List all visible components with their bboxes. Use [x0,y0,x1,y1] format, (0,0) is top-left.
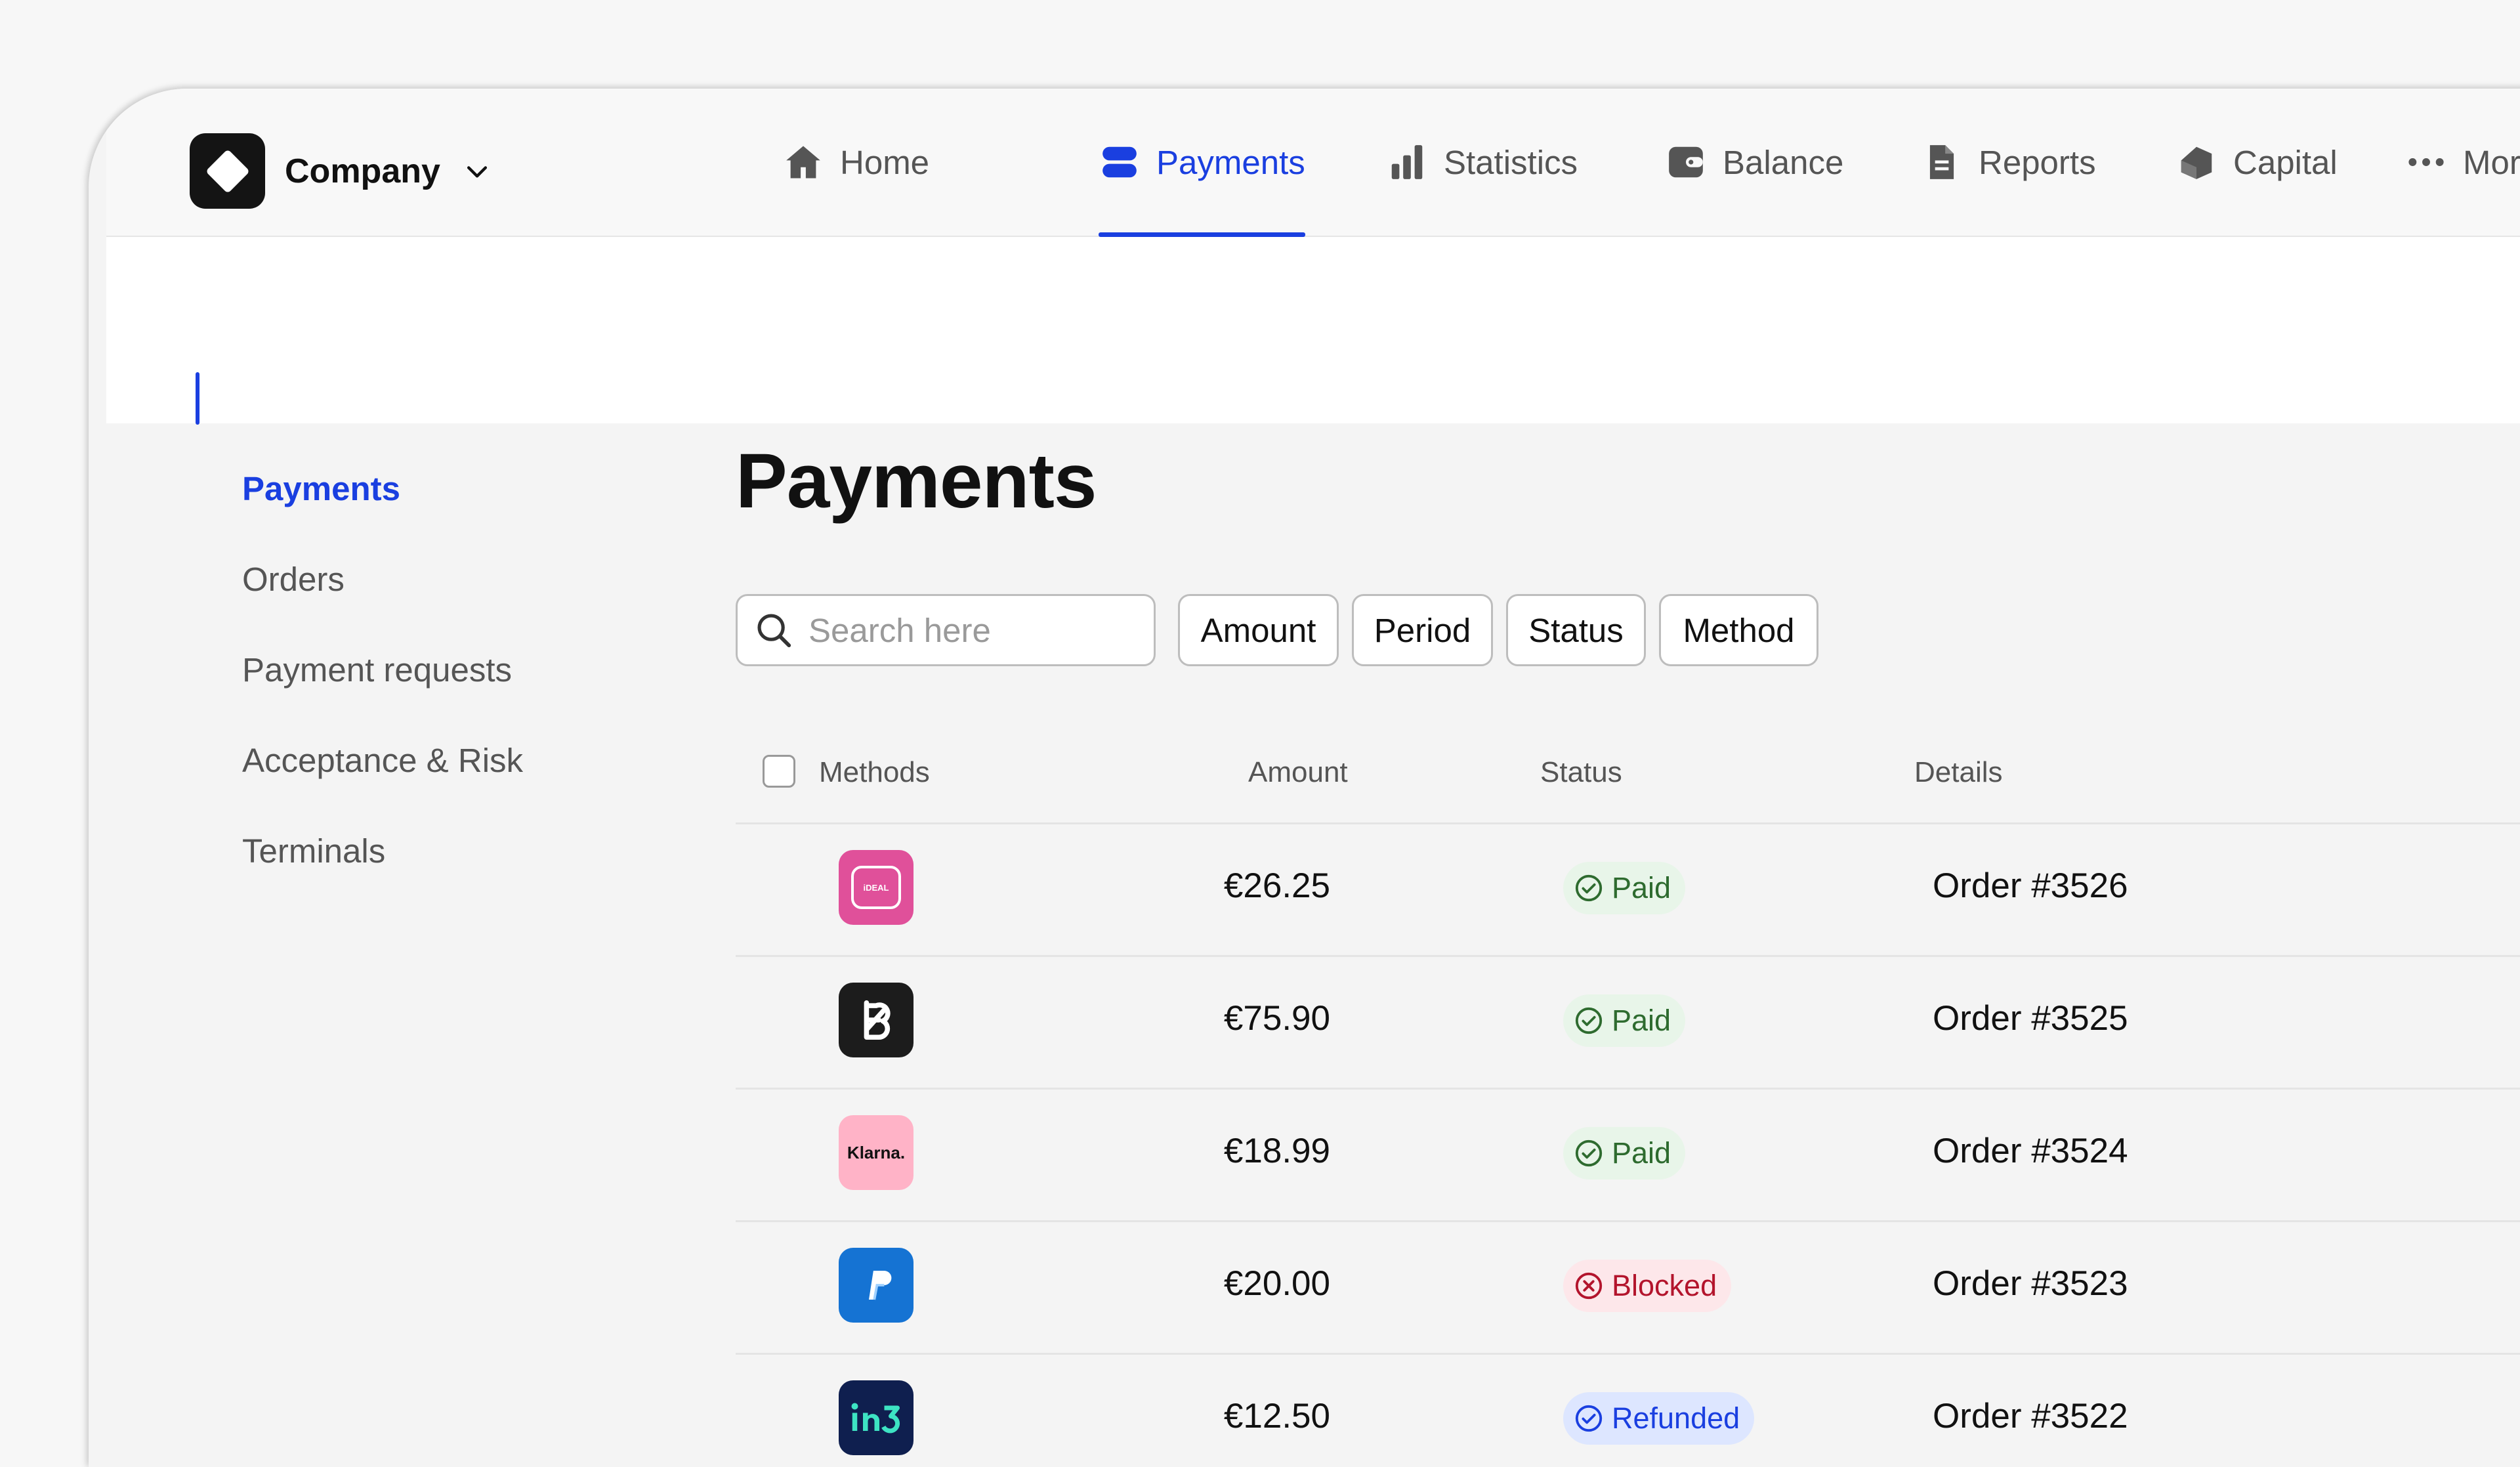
nav-payments[interactable]: Payments [1099,89,1305,237]
search-input[interactable] [807,610,1138,650]
app-window: Company Home Payments Statistics Balance… [89,89,2520,1467]
amount-cell: €75.90 [1223,999,1330,1038]
sidebar-item-payments[interactable]: Payments [242,469,400,508]
filter-method[interactable]: Method [1659,594,1818,666]
sidebar-active-marker [196,372,200,425]
details-link[interactable]: Order #3526 [1933,866,2128,906]
nav-balance-label: Balance [1723,143,1844,181]
details-link[interactable]: Order #3522 [1933,1396,2128,1436]
amount-cell: €26.25 [1223,866,1330,905]
ideal-logo: iDEAL [839,850,914,925]
search-box[interactable] [736,594,1156,666]
nav-capital[interactable]: Capital [2175,89,2338,236]
details-link[interactable]: Order #3523 [1933,1264,2128,1304]
klarna-logo-text: Klarna. [847,1142,906,1162]
status-badge: Refunded [1563,1392,1755,1445]
select-all-checkbox[interactable] [763,755,795,788]
filter-period[interactable]: Period [1352,594,1493,666]
home-icon [782,141,824,183]
column-header-details[interactable]: Details [1914,756,2003,789]
amount-cell: €20.00 [1223,1264,1330,1303]
status-badge: Blocked [1563,1260,1732,1312]
column-header-methods[interactable]: Methods [819,756,930,789]
nav-home-label: Home [840,143,930,181]
chevron-down-icon [467,165,487,178]
nav-home[interactable]: Home [782,89,929,236]
column-header-status[interactable]: Status [1540,756,1622,789]
check-circle-icon [1575,1405,1603,1432]
sidebar-item-payment-requests[interactable]: Payment requests [242,650,512,689]
details-link[interactable]: Order #3525 [1933,998,2128,1038]
company-logo [190,133,265,209]
check-circle-icon [1575,1007,1603,1034]
column-header-amount[interactable]: Amount [1248,756,1348,789]
statistics-icon [1386,141,1428,183]
company-name: Company [285,152,440,190]
nav-payments-label: Payments [1156,143,1305,181]
billie-logo [839,983,914,1057]
capital-icon [2175,141,2217,183]
nav-reports-label: Reports [1979,143,2096,181]
nav-reports[interactable]: Reports [1921,89,2096,236]
sidebar-item-acceptance-risk[interactable]: Acceptance & Risk [242,741,523,780]
top-navigation: Company Home Payments Statistics Balance… [106,89,2520,237]
ideal-logo-text: iDEAL [863,882,889,893]
sidebar-item-terminals[interactable]: Terminals [242,832,385,870]
status-badge: Paid [1563,862,1686,914]
nav-capital-label: Capital [2233,143,2338,181]
details-link[interactable]: Order #3524 [1933,1131,2128,1171]
filter-amount[interactable]: Amount [1178,594,1339,666]
x-circle-icon [1575,1272,1603,1300]
nav-statistics-label: Statistics [1444,143,1578,181]
active-tab-indicator [1099,232,1305,237]
nav-more-label: More [2463,143,2520,181]
status-badge: Paid [1563,994,1686,1047]
nav-more[interactable]: More [2405,89,2520,236]
filter-status[interactable]: Status [1506,594,1646,666]
page-title: Payments [736,438,1097,524]
paypal-logo [839,1248,914,1323]
in3-logo [839,1380,914,1455]
sidebar-item-orders[interactable]: Orders [242,560,345,599]
search-icon [757,614,791,648]
amount-cell: €12.50 [1223,1397,1330,1435]
more-icon [2405,141,2447,183]
company-switcher[interactable]: Company [190,133,492,209]
document-icon [1921,141,1963,183]
status-badge: Paid [1563,1127,1686,1180]
wallet-icon [1665,141,1707,183]
nav-statistics[interactable]: Statistics [1386,89,1578,236]
check-circle-icon [1575,1139,1603,1167]
amount-cell: €18.99 [1223,1132,1330,1170]
klarna-logo: Klarna. [839,1115,914,1190]
check-circle-icon [1575,874,1603,902]
nav-balance[interactable]: Balance [1665,89,1843,236]
payments-icon [1099,141,1141,183]
